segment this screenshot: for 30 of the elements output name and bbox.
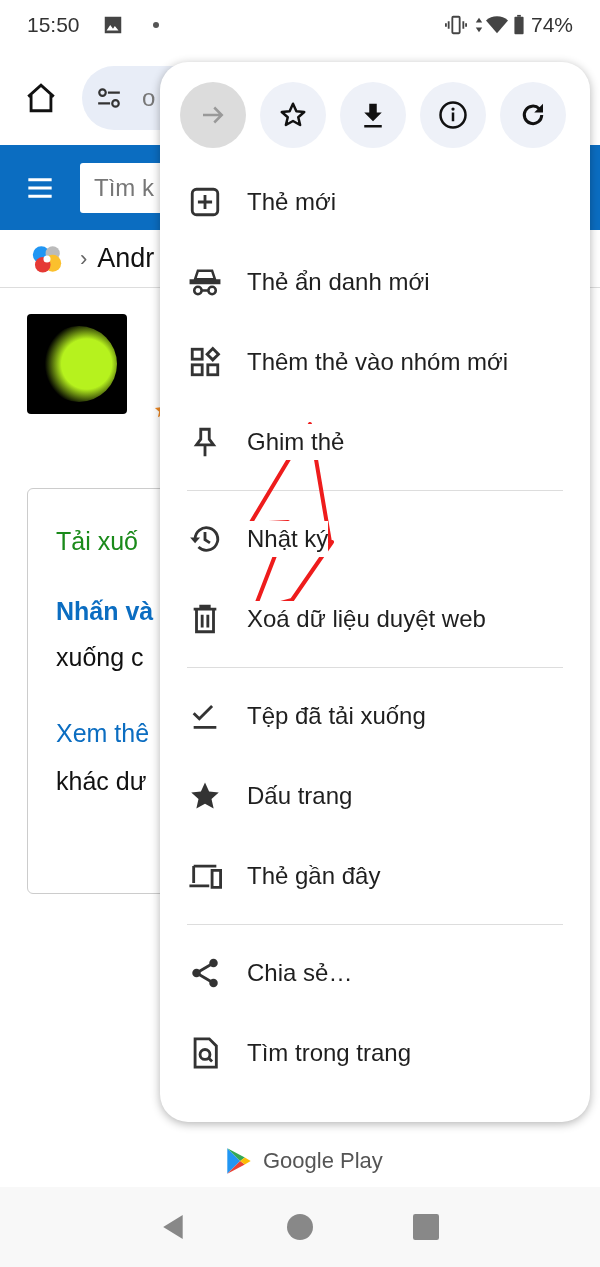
vibrate-icon <box>444 14 467 36</box>
menu-item[interactable]: Dấu trang <box>160 756 590 836</box>
bold-link[interactable]: Nhấn và <box>56 597 154 625</box>
menu-item[interactable]: Thẻ gần đây <box>160 836 590 916</box>
menu-item[interactable]: Thêm thẻ vào nhóm mới <box>160 322 590 402</box>
menu-item[interactable]: Ghim thẻ <box>160 402 590 482</box>
menu-item[interactable]: Tệp đã tải xuống <box>160 676 590 756</box>
dot-icon <box>151 21 160 29</box>
menu-item[interactable]: Xoá dữ liệu duyệt web <box>160 579 590 659</box>
url-text: o <box>142 82 156 113</box>
card-heading: Tải xuố <box>56 527 138 555</box>
menu-item[interactable]: Nhật ký <box>160 499 590 579</box>
grid-shapes-icon <box>188 345 222 379</box>
battery-percent: 74% <box>530 12 573 39</box>
card-text: khác dư <box>56 767 147 795</box>
clock-time: 15:50 <box>27 12 80 39</box>
plus-square-icon <box>188 185 222 219</box>
menu-item[interactable]: Tìm trong trang <box>160 1013 590 1093</box>
breadcrumb-link[interactable]: Andr <box>97 238 155 279</box>
info-icon <box>438 100 468 130</box>
app-icon <box>27 314 127 414</box>
menu-item[interactable]: Thẻ mới <box>160 162 590 242</box>
play-store-icon[interactable] <box>225 1145 253 1176</box>
more-link[interactable]: Xem thê <box>56 719 150 747</box>
card-text: xuống c <box>56 643 144 671</box>
store-name[interactable]: Google Play <box>263 1144 383 1177</box>
menu-item[interactable]: Chia sẻ… <box>160 933 590 1013</box>
menu-item[interactable]: Thẻ ẩn danh mới <box>160 242 590 322</box>
breadcrumb-separator: › <box>80 245 88 273</box>
battery-icon <box>512 14 525 36</box>
